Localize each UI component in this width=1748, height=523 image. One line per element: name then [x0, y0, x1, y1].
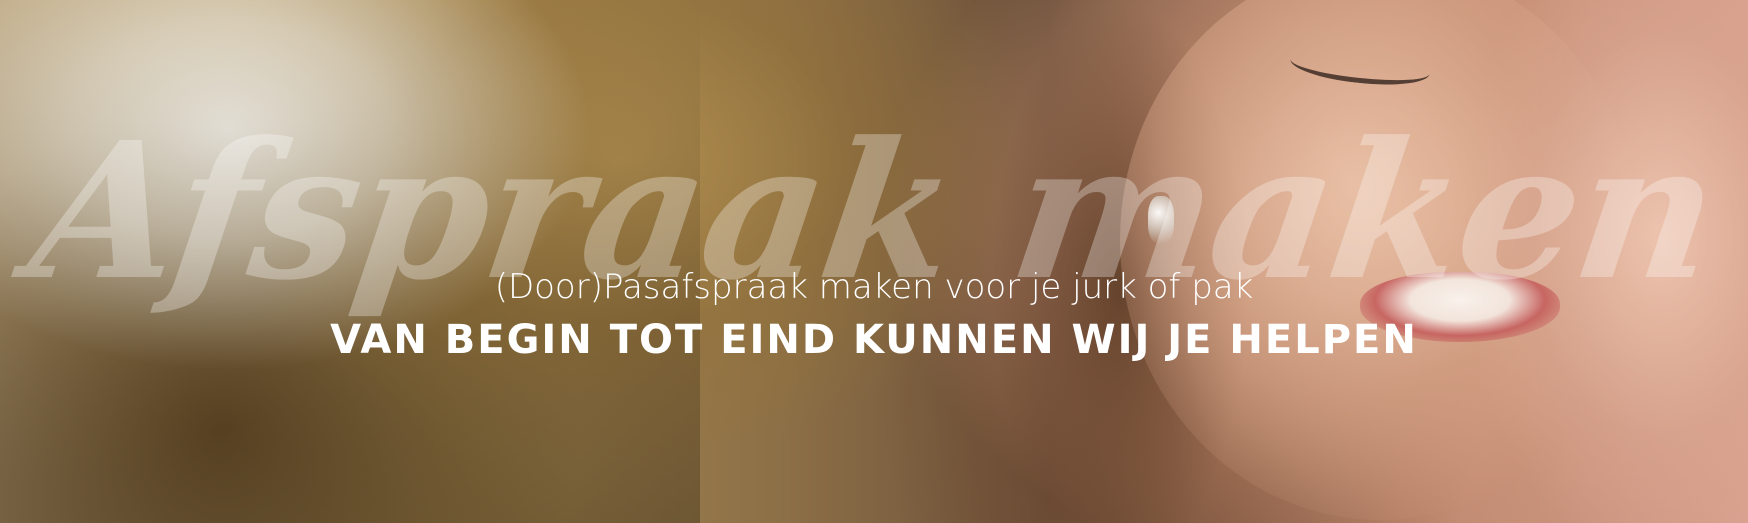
banner-headline: VAN BEGIN TOT EIND KUNNEN WIJ JE HELPEN [330, 317, 1418, 363]
banner-subtitle: (Door)Pasafspraak maken voor je jurk of … [494, 267, 1254, 307]
hero-banner: Afspraak maken (Door)Pasafspraak maken v… [0, 0, 1748, 523]
